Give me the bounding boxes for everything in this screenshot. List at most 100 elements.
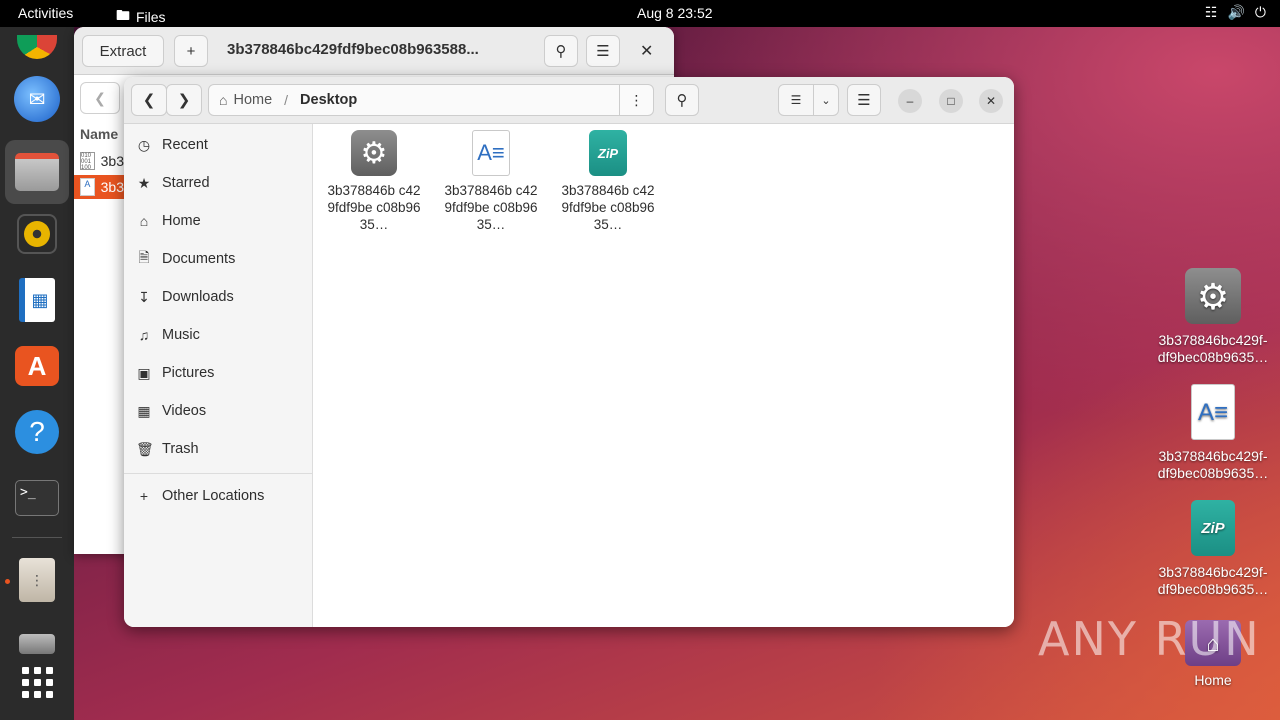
list-item[interactable]: 010 001 100 3b3 bbox=[74, 149, 124, 173]
music-icon: ♫ bbox=[138, 327, 150, 343]
zip-archive-icon: ZiP bbox=[589, 130, 627, 176]
desktop-file-item[interactable]: ⚙ 3b378846bc429f-df9bec08b9635… bbox=[1148, 268, 1278, 366]
help-icon[interactable]: ? bbox=[13, 408, 61, 456]
view-toggle-button[interactable]: ☰ bbox=[778, 84, 814, 116]
writer-icon[interactable]: ▦ bbox=[13, 276, 61, 324]
add-button[interactable]: + bbox=[174, 35, 208, 67]
star-icon: ★ bbox=[137, 174, 151, 191]
show-apps-icon[interactable] bbox=[13, 658, 61, 706]
thunderbird-icon[interactable]: ✉ bbox=[13, 75, 61, 123]
sidebar-item-music[interactable]: ♫ Music bbox=[136, 320, 200, 350]
network-icon: ☷ bbox=[1204, 4, 1218, 20]
file-grid[interactable]: ⚙ 3b378846b c429fdf9be c08b9635… A≡ 3b37… bbox=[313, 124, 1014, 627]
search-icon: ⚲ bbox=[676, 92, 688, 109]
maximize-button[interactable]: □ bbox=[939, 89, 963, 113]
path-menu-button[interactable]: ⋮ bbox=[619, 85, 653, 115]
file-name: 3b378846b c429fdf9be c08b9635… bbox=[327, 183, 421, 232]
desktop-file-item[interactable]: ZiP 3b378846bc429f-df9bec08b9635… bbox=[1148, 500, 1278, 598]
sidebar-item-label: Home bbox=[162, 213, 201, 229]
home-icon: ⌂ bbox=[219, 92, 228, 108]
desktop-file-label: Home bbox=[1194, 672, 1232, 688]
system-tray[interactable]: ☷ 🔊 ⏻ bbox=[1205, 4, 1266, 21]
list-item-label: 3b3 bbox=[100, 153, 124, 169]
archive-headerbar: Extract + 3b378846bc429fdf9bec08b963588.… bbox=[74, 27, 674, 75]
file-item[interactable]: ⚙ 3b378846b c429fdf9be c08b9635… bbox=[324, 130, 424, 233]
video-icon: ▦ bbox=[137, 402, 151, 419]
desktop-file-label: 3b378846bc429f-df9bec08b9635… bbox=[1157, 564, 1269, 597]
terminal-icon[interactable]: >_ bbox=[13, 474, 61, 522]
chevron-right-icon: ❯ bbox=[177, 92, 191, 109]
files-icon[interactable] bbox=[5, 140, 69, 204]
binary-file-icon: 010 001 100 bbox=[80, 152, 95, 171]
chrome-icon[interactable] bbox=[13, 23, 61, 71]
sidebar-item-label: Downloads bbox=[162, 289, 234, 305]
chevron-left-icon: ❮ bbox=[142, 92, 156, 109]
list-item-label: 3b3 bbox=[100, 179, 124, 195]
sidebar-item-label: Videos bbox=[162, 403, 207, 419]
archive-title: 3b378846bc429fdf9bec08b963588... bbox=[227, 41, 479, 58]
app-menu[interactable]: 🖿 Files bbox=[116, 5, 166, 29]
desktop-file-item[interactable]: A≡ 3b378846bc429f-df9bec08b9635… bbox=[1148, 384, 1278, 482]
archive-menu-button[interactable]: ☰ bbox=[586, 35, 620, 67]
path-home[interactable]: Home bbox=[233, 92, 272, 108]
sidebar-item-videos[interactable]: ▦ Videos bbox=[136, 396, 206, 426]
forward-button[interactable]: ❯ bbox=[166, 84, 202, 116]
archive-back-button[interactable]: ❮ bbox=[80, 82, 120, 114]
close-icon: ✕ bbox=[640, 43, 654, 60]
rhythmbox-icon[interactable] bbox=[13, 210, 61, 258]
path-current[interactable]: Desktop bbox=[300, 92, 357, 108]
view-options-button[interactable]: ⌄ bbox=[813, 84, 839, 116]
chevron-down-icon: ⌄ bbox=[821, 94, 831, 107]
sidebar-item-label: Documents bbox=[162, 251, 236, 267]
power-icon: ⏻ bbox=[1254, 4, 1266, 20]
home-icon: ⌂ bbox=[139, 213, 149, 229]
sidebar-item-downloads[interactable]: ↧ Downloads bbox=[136, 282, 234, 312]
folder-icon: 🖿 bbox=[116, 7, 130, 23]
watermark-logo: ANY RUN bbox=[1038, 612, 1261, 666]
column-header-name[interactable]: Name bbox=[80, 126, 118, 142]
executable-icon: ⚙ bbox=[351, 130, 397, 176]
hamburger-icon: ☰ bbox=[857, 92, 871, 109]
file-name: 3b378846b c429fdf9be c08b9635… bbox=[444, 183, 538, 232]
hamburger-icon: ☰ bbox=[596, 43, 610, 60]
main-menu-button[interactable]: ☰ bbox=[847, 84, 881, 116]
files-headerbar: ❮ ❯ ⌂ Home / Desktop ⋮ ⚲ ☰ ⌄ ☰ – □ ✕ bbox=[124, 77, 1014, 124]
sidebar-item-pictures[interactable]: ▣ Pictures bbox=[136, 358, 214, 388]
sidebar-divider bbox=[124, 473, 313, 474]
top-bar: Activities 🖿 Files Aug 8 23:52 ☷ 🔊 ⏻ bbox=[0, 0, 1280, 27]
sidebar-item-label: Pictures bbox=[162, 365, 215, 381]
sidebar-item-home[interactable]: ⌂ Home bbox=[136, 206, 201, 236]
file-item[interactable]: ZiP 3b378846b c429fdf9be c08b9635… bbox=[558, 130, 658, 233]
extract-button[interactable]: Extract bbox=[82, 35, 164, 67]
volume-icon: 🔊 bbox=[1227, 4, 1245, 20]
minimize-button[interactable]: – bbox=[898, 89, 922, 113]
file-name: 3b378846b c429fdf9be c08b9635… bbox=[561, 183, 655, 232]
path-bar[interactable]: ⌂ Home / Desktop ⋮ bbox=[208, 84, 654, 116]
file-item[interactable]: A≡ 3b378846b c429fdf9be c08b9635… bbox=[441, 130, 541, 233]
search-icon: ⚲ bbox=[555, 43, 567, 60]
clock[interactable]: Aug 8 23:52 bbox=[637, 5, 713, 21]
search-button[interactable]: ⚲ bbox=[665, 84, 699, 116]
plus-icon: + bbox=[139, 488, 149, 504]
archive-manager-icon[interactable]: ⋮ bbox=[13, 556, 61, 604]
running-indicator bbox=[5, 579, 10, 584]
close-button[interactable]: ✕ bbox=[979, 89, 1003, 113]
list-item-selected[interactable]: A 3b3 bbox=[74, 175, 124, 199]
sidebar-item-starred[interactable]: ★ Starred bbox=[136, 168, 210, 198]
activities-button[interactable]: Activities bbox=[18, 5, 73, 21]
close-icon: ✕ bbox=[985, 94, 997, 108]
archive-close-button[interactable]: ✕ bbox=[640, 41, 653, 61]
back-button[interactable]: ❮ bbox=[131, 84, 167, 116]
maximize-icon: □ bbox=[947, 94, 955, 108]
sidebar-item-documents[interactable]: 🗎 Documents bbox=[136, 244, 235, 274]
app-center-icon[interactable]: A bbox=[13, 342, 61, 390]
files-window[interactable]: ❮ ❯ ⌂ Home / Desktop ⋮ ⚲ ☰ ⌄ ☰ – □ ✕ ◷ Re… bbox=[124, 77, 1014, 627]
archive-search-button[interactable]: ⚲ bbox=[544, 35, 578, 67]
sidebar-item-trash[interactable]: 🗑 Trash bbox=[136, 434, 199, 464]
sidebar-item-other-locations[interactable]: + Other Locations bbox=[136, 481, 264, 511]
sidebar-item-label: Trash bbox=[162, 441, 199, 457]
sidebar-item-label: Music bbox=[162, 327, 200, 343]
sidebar-item-label: Recent bbox=[162, 137, 208, 153]
sidebar-item-recent[interactable]: ◷ Recent bbox=[136, 130, 208, 160]
kebab-menu-icon: ⋮ bbox=[629, 91, 644, 108]
